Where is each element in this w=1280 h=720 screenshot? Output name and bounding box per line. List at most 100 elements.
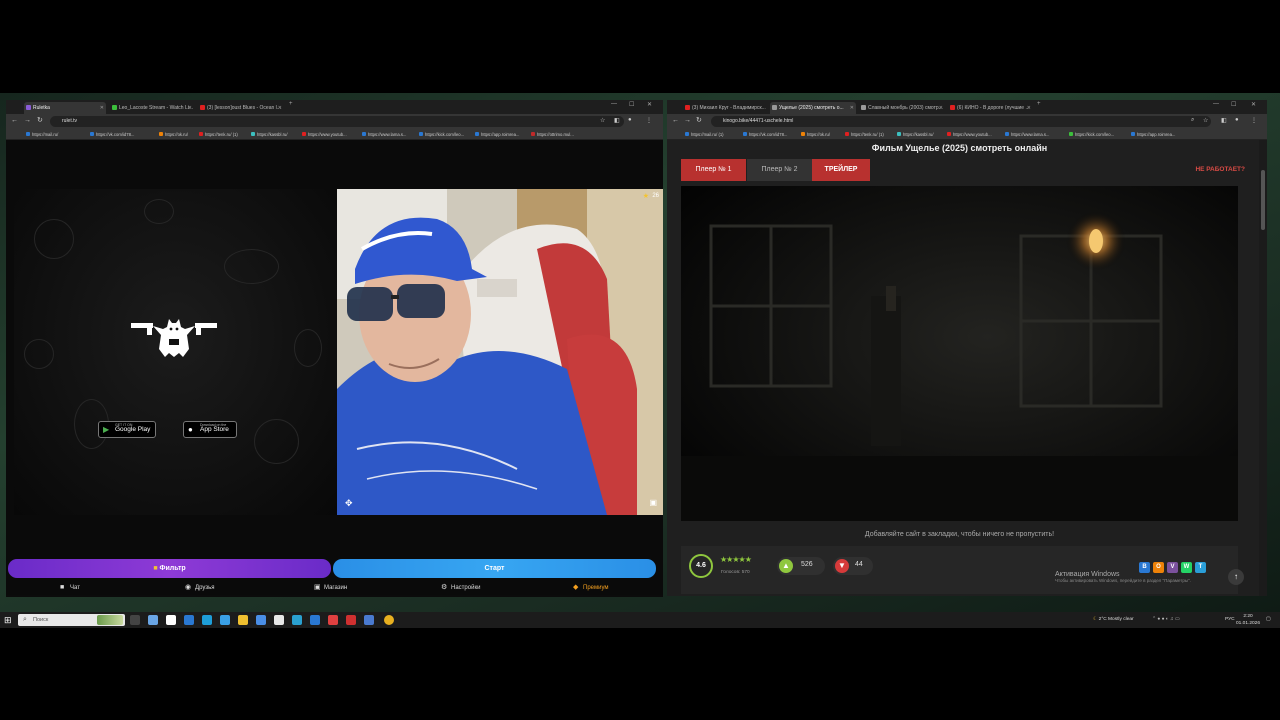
bookmark-item[interactable]: https://tenk.ru/ (1) (845, 131, 884, 138)
app-icon[interactable] (310, 615, 320, 625)
star-icon[interactable]: ☆ (1203, 117, 1208, 124)
bookmark-item[interactable]: https://ottrimo.mul... (531, 131, 574, 138)
rating-stars[interactable]: ★★★★★ (720, 555, 752, 564)
right-tab-0[interactable]: (3) Михаил Круг - Владимирск... (683, 102, 767, 114)
nav-chat[interactable]: ■ Чат (60, 583, 80, 593)
tab-close-icon[interactable]: ✕ (1027, 102, 1031, 114)
app-icon[interactable] (346, 615, 356, 625)
trailer-tab[interactable]: ТРЕЙЛЕР (812, 159, 870, 181)
task-view-icon[interactable] (130, 615, 140, 625)
maximize-button[interactable]: ☐ (1231, 101, 1236, 108)
bookmark-item[interactable]: https://mail.ru/ (1) (685, 131, 724, 138)
bookmark-item[interactable]: https://ok.ru/ (159, 131, 188, 138)
tab-close-icon[interactable]: ✕ (939, 102, 943, 114)
extensions-icon[interactable]: ◧ (614, 117, 620, 124)
menu-icon[interactable]: ⋮ (1251, 117, 1257, 124)
bookmark-item[interactable]: https://www.lama.s... (1005, 131, 1049, 138)
app-icon[interactable] (364, 615, 374, 625)
bookmark-item[interactable]: https://mail.ru/ (26, 131, 58, 138)
bookmark-item[interactable]: https://ok.ru/ (801, 131, 830, 138)
taskbar-search-input[interactable]: ⌕ Поиск (18, 614, 125, 626)
language-indicator[interactable]: РУС (1225, 615, 1235, 625)
dislike-button[interactable]: ▼ 44 (833, 557, 873, 575)
close-window-button[interactable]: ✕ (1251, 101, 1256, 108)
forward-icon[interactable]: → (684, 117, 691, 125)
app-icon[interactable] (166, 615, 176, 625)
reload-icon[interactable]: ↻ (37, 117, 43, 125)
right-tab-1[interactable]: Ущелье (2025) смотреть о... ✕ (770, 102, 856, 114)
bookmark-item[interactable]: https://app.roimrea... (1131, 131, 1175, 138)
reload-icon[interactable]: ↻ (696, 117, 702, 125)
app-icon[interactable] (220, 615, 230, 625)
video-player[interactable] (681, 186, 1238, 521)
zoom-icon[interactable]: ⌕ (1191, 117, 1194, 124)
right-tab-2[interactable]: Славный монбрь (2003) смотр... ✕ (859, 102, 945, 114)
bookmark-item[interactable]: https://vk.com/id78... (90, 131, 134, 138)
scrollbar-thumb[interactable] (1261, 170, 1265, 230)
nav-shop[interactable]: ▣ Магазин (314, 583, 347, 593)
player-tab-2[interactable]: Плеер № 2 (747, 159, 812, 181)
minimize-button[interactable]: — (1213, 101, 1219, 107)
extensions-icon[interactable]: ◧ (1221, 117, 1227, 124)
app-icon[interactable] (184, 615, 194, 625)
bookmark-item[interactable]: https://app.roimrea... (475, 131, 519, 138)
menu-icon[interactable]: ⋮ (646, 117, 652, 124)
left-tab-1[interactable]: Leo_Lacoste Stream - Watch Li... ✕ (110, 102, 194, 114)
new-tab-button[interactable]: + (1037, 101, 1041, 107)
close-window-button[interactable]: ✕ (647, 101, 652, 108)
app-icon[interactable] (202, 615, 212, 625)
tab-close-icon[interactable]: ✕ (850, 102, 854, 114)
notification-icon[interactable]: ▢ (1266, 615, 1271, 625)
forward-icon[interactable]: → (24, 117, 31, 125)
bookmark-item[interactable]: https://kick.com/leo... (419, 131, 464, 138)
back-icon[interactable]: ← (11, 117, 18, 125)
bookmark-item[interactable]: https://vk.com/id78... (743, 131, 787, 138)
bookmark-item[interactable]: https://www.youtub... (947, 131, 992, 138)
minimize-button[interactable]: — (611, 101, 617, 107)
url-input[interactable]: rulet.tv (50, 116, 624, 127)
player-tab-1[interactable]: Плеер № 1 (681, 159, 746, 181)
tab-close-icon[interactable]: ✕ (188, 102, 192, 114)
page-scrollbar[interactable] (1259, 140, 1267, 596)
bookmark-item[interactable]: https://kassbl.ru/ (897, 131, 934, 138)
google-play-button[interactable]: ▶ GET IT ON Google Play (98, 421, 156, 438)
profile-icon[interactable]: ● (1235, 117, 1239, 123)
like-button[interactable]: ▲ 526 (777, 557, 825, 575)
back-icon[interactable]: ← (672, 117, 679, 125)
star-icon[interactable]: ☆ (600, 117, 605, 124)
bookmark-item[interactable]: https://kassbl.ru/ (251, 131, 288, 138)
bookmark-item[interactable]: https://www.lama.s... (362, 131, 406, 138)
app-icon[interactable] (274, 615, 284, 625)
clock[interactable]: 2:20 01.01.2026 (1236, 613, 1260, 627)
start-button[interactable]: Старт (333, 559, 656, 578)
app-icon[interactable] (256, 615, 266, 625)
filter-button[interactable]: ■ Фильтр (8, 559, 331, 578)
nav-settings[interactable]: ⚙ Настройки (441, 583, 480, 593)
app-icon[interactable] (148, 615, 158, 625)
bookmark-item[interactable]: https://tenk.ru/ (1) (199, 131, 238, 138)
app-store-button[interactable]: ● Download on the App Store (183, 421, 237, 438)
right-tab-3[interactable]: (6) КИНО - В дороге (лучшие ... ✕ (948, 102, 1033, 114)
tab-close-icon[interactable]: ✕ (100, 102, 104, 114)
profile-icon[interactable]: ● (628, 117, 632, 123)
start-icon[interactable]: ⊞ (4, 615, 14, 625)
not-working-link[interactable]: НЕ РАБОТАЕТ? (1195, 166, 1245, 173)
weather-status[interactable]: ☾ 2°C Mostly clear (1093, 615, 1134, 625)
app-icon[interactable] (292, 615, 302, 625)
url-input[interactable]: kinogo.bike/44471-uschele.html (711, 116, 1211, 127)
maximize-button[interactable]: ☐ (629, 101, 634, 108)
app-icon[interactable] (238, 615, 248, 625)
bookmark-item[interactable]: https://kick.com/leo... (1069, 131, 1114, 138)
app-icon[interactable] (328, 615, 338, 625)
left-tab-2[interactable]: (3) [lesson]oust Blues - Ocean l... ✕ (198, 102, 284, 114)
camera-icon[interactable]: ▣ (649, 498, 657, 507)
tray-icons[interactable]: ⌃ ● ● ◐ ♫ ▭ (1152, 615, 1180, 625)
chrome-icon[interactable] (384, 615, 394, 625)
left-tab-0[interactable]: Ruletka ✕ (24, 102, 106, 114)
tab-close-icon[interactable]: ✕ (278, 102, 282, 114)
nav-premium[interactable]: ◆ Премиум (573, 583, 609, 593)
bookmark-item[interactable]: https://www.youtub... (302, 131, 347, 138)
nav-friends[interactable]: ◉ Друзья (185, 583, 214, 593)
new-tab-button[interactable]: + (289, 101, 293, 107)
move-icon[interactable]: ✥ (345, 498, 353, 509)
